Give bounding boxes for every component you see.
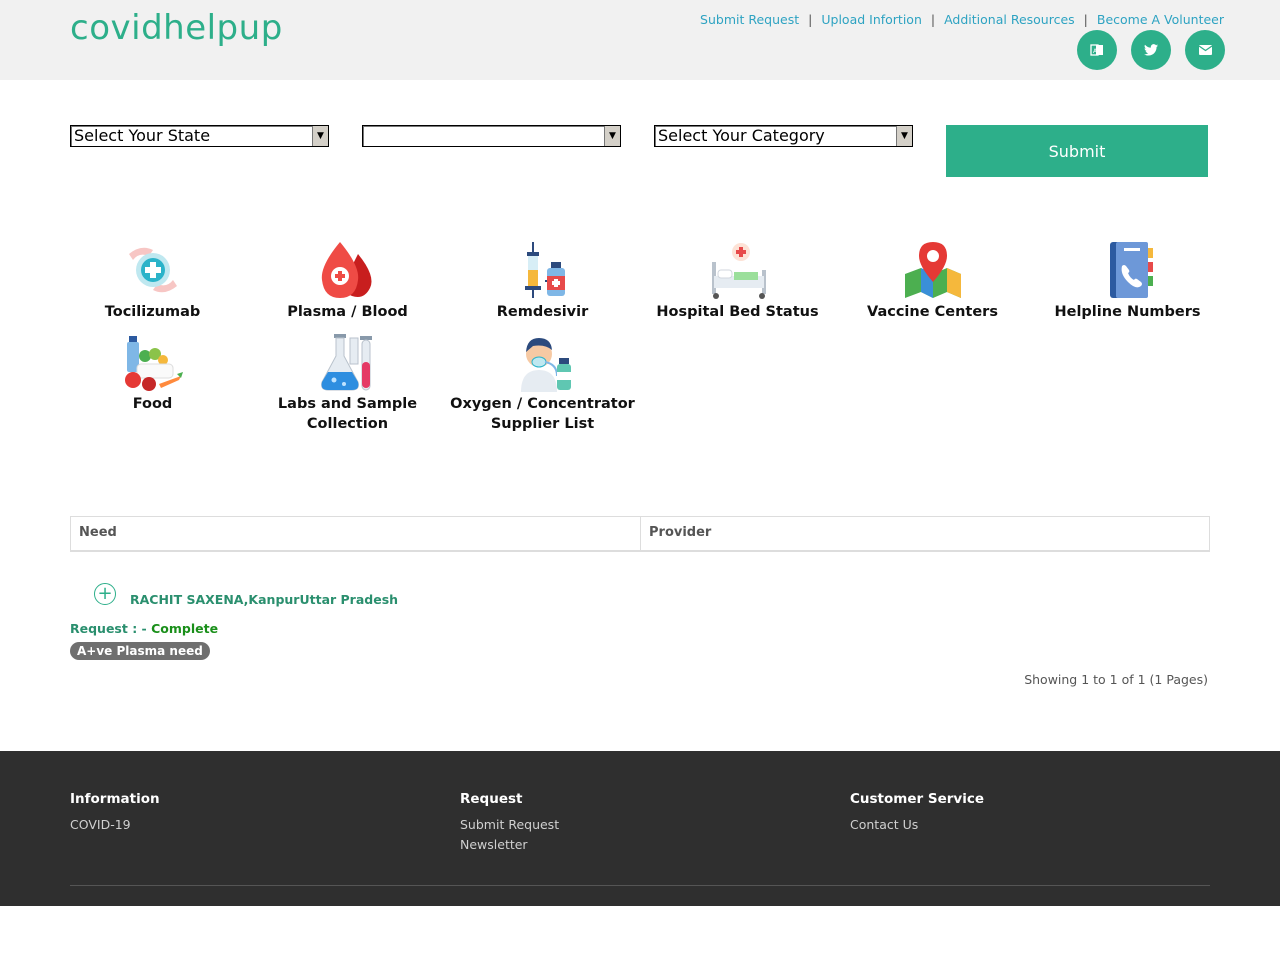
footer-request: Request Submit Request Newsletter [460, 791, 559, 855]
translate-button[interactable]: A [1077, 30, 1117, 70]
site-footer: Information COVID-19 Request Submit Requ… [0, 751, 1280, 906]
nav-additional-resources[interactable]: Additional Resources [944, 12, 1075, 27]
hands-medical-icon [128, 247, 177, 293]
nav-separator: | [808, 12, 813, 27]
top-nav: Submit Request | Upload Infortion | Addi… [700, 12, 1224, 27]
category-plasma-blood[interactable]: Plasma / Blood [250, 240, 445, 322]
footer-customer-service: Customer Service Contact Us [850, 791, 984, 835]
footer-heading: Request [460, 791, 523, 807]
hospital-bed-icon [711, 243, 766, 299]
category-label: Plasma / Blood [287, 304, 408, 320]
footer-heading: Information [70, 791, 160, 807]
category-remdesivir[interactable]: Remdesivir [445, 240, 640, 322]
expand-row-button[interactable]: + [94, 583, 116, 605]
email-icon [1198, 45, 1212, 55]
category-label: Helpline Numbers [1054, 304, 1201, 320]
category-select[interactable]: Select Your Category ▼ [654, 125, 913, 147]
nav-submit-request[interactable]: Submit Request [700, 12, 799, 27]
category-select-value: Select Your Category [658, 126, 825, 145]
footer-link-contact-us[interactable]: Contact Us [850, 815, 984, 835]
nav-upload-information[interactable]: Upload Infortion [821, 12, 922, 27]
column-need: Need [71, 517, 641, 550]
category-labs-sample-collection[interactable]: Labs and Sample Collection [250, 332, 445, 434]
phone-book-icon [1109, 242, 1153, 298]
food-icon [124, 336, 183, 391]
social-links: A [1077, 30, 1225, 70]
request-status-line: Request : - Complete [70, 621, 218, 636]
category-label: Oxygen / Concentrator Supplier List [450, 396, 635, 432]
category-helpline-numbers[interactable]: Helpline Numbers [1030, 240, 1225, 322]
request-status-value: Complete [151, 621, 219, 636]
category-label: Food [132, 396, 173, 412]
request-status-label: Request : - [70, 621, 152, 636]
dropdown-arrow-icon: ▼ [312, 126, 328, 146]
footer-link-submit-request[interactable]: Submit Request [460, 815, 559, 835]
category-label: Labs and Sample Collection [277, 396, 418, 432]
submit-button[interactable]: Submit [946, 125, 1208, 177]
footer-heading: Customer Service [850, 791, 984, 807]
category-label: Tocilizumab [104, 304, 201, 320]
nav-separator: | [930, 12, 936, 27]
category-vaccine-centers[interactable]: Vaccine Centers [835, 240, 1030, 322]
category-oxygen-concentrator[interactable]: Oxygen / Concentrator Supplier List [445, 332, 640, 434]
email-button[interactable] [1185, 30, 1225, 70]
site-header: covidhelpup Submit Request | Upload Info… [0, 0, 1280, 80]
requests-table-header: Need Provider [70, 516, 1210, 552]
column-provider: Provider [649, 525, 712, 540]
site-logo[interactable]: covidhelpup [70, 8, 283, 48]
state-select[interactable]: Select Your State ▼ [70, 125, 329, 147]
blood-drop-icon [321, 242, 371, 298]
need-badge: A+ve Plasma need [70, 642, 210, 660]
nav-become-volunteer[interactable]: Become A Volunteer [1097, 12, 1224, 27]
category-label: Vaccine Centers [867, 304, 998, 320]
category-food[interactable]: Food [55, 332, 250, 414]
state-select-value: Select Your State [74, 126, 211, 145]
category-label: Hospital Bed Status [656, 304, 819, 320]
category-tocilizumab[interactable]: Tocilizumab [55, 240, 250, 322]
twitter-icon [1144, 44, 1158, 56]
category-label: Remdesivir [496, 304, 589, 320]
translate-icon: A [1090, 44, 1103, 56]
oxygen-patient-icon [520, 338, 571, 392]
dropdown-arrow-icon: ▼ [604, 126, 620, 146]
footer-link-covid19[interactable]: COVID-19 [70, 815, 160, 835]
requester-name[interactable]: RACHIT SAXENA,KanpurUttar Pradesh [130, 592, 398, 607]
footer-link-newsletter[interactable]: Newsletter [460, 835, 559, 855]
city-select[interactable]: ▼ [362, 125, 621, 147]
pagination-summary: Showing 1 to 1 of 1 (1 Pages) [1024, 672, 1208, 687]
plus-icon: + [97, 583, 113, 604]
footer-information: Information COVID-19 [70, 791, 160, 835]
dropdown-arrow-icon: ▼ [896, 126, 912, 146]
footer-divider [70, 885, 1210, 886]
category-hospital-bed-status[interactable]: Hospital Bed Status [640, 240, 835, 322]
twitter-button[interactable] [1131, 30, 1171, 70]
syringe-vial-icon [524, 242, 565, 298]
map-pin-icon [904, 242, 961, 298]
lab-flask-icon [320, 334, 372, 391]
nav-separator: | [1083, 12, 1088, 27]
